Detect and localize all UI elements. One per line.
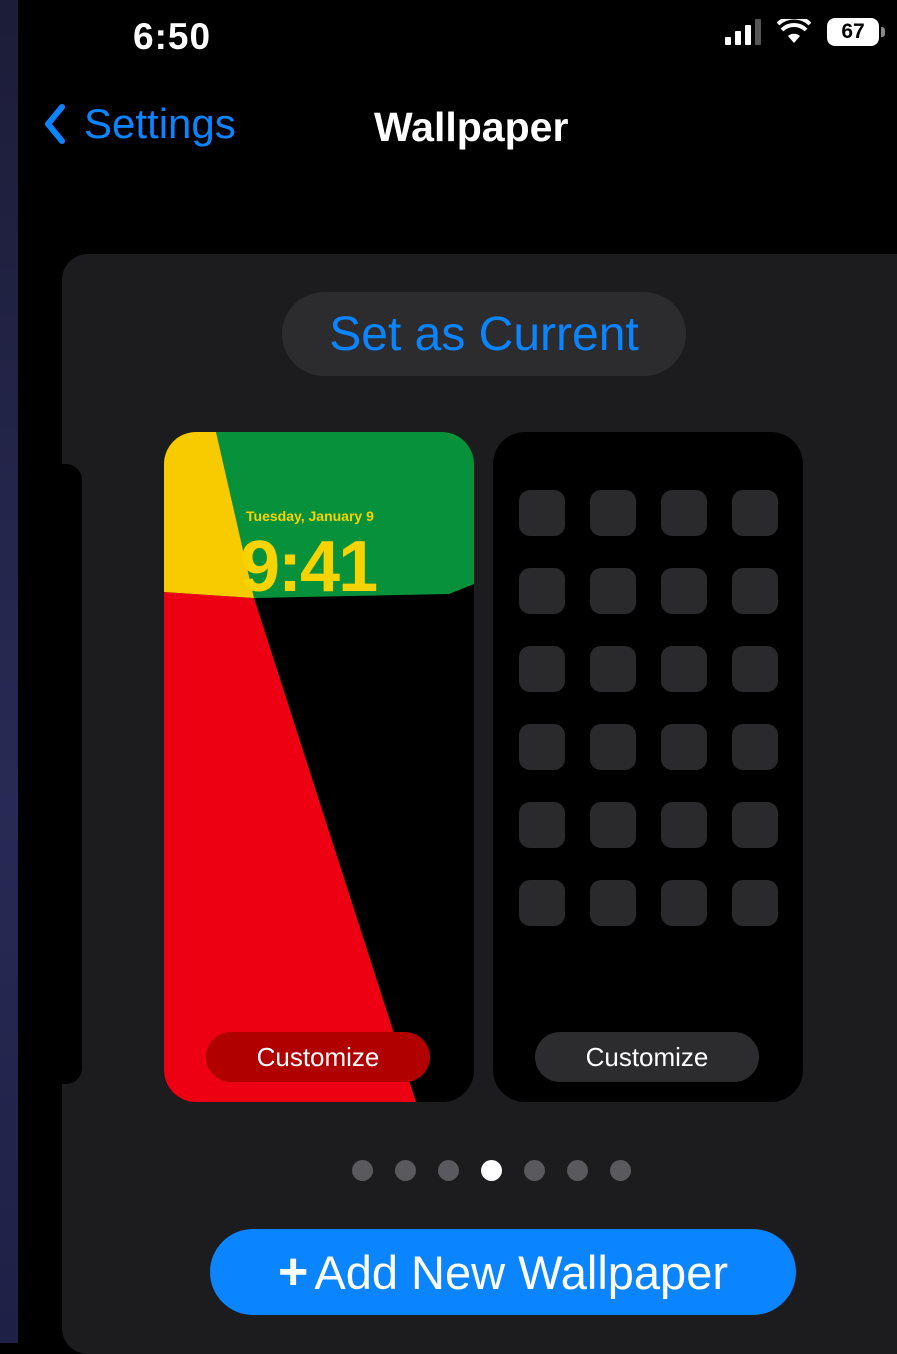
app-placeholder [590,880,636,926]
page-dot[interactable] [567,1160,588,1181]
customize-lock-button[interactable]: Customize [206,1032,430,1082]
app-placeholder [661,724,707,770]
app-placeholder [732,724,778,770]
plus-icon: + [278,1243,309,1301]
back-label: Settings [84,100,236,147]
wifi-icon [777,19,811,43]
set-as-current-button[interactable]: Set as Current [282,292,686,376]
page-dot[interactable] [524,1160,545,1181]
page-dot[interactable] [352,1160,373,1181]
lock-screen-preview[interactable]: Tuesday, January 9 9:41 Customize [164,432,474,1102]
app-placeholder [519,724,565,770]
app-placeholder [590,646,636,692]
app-placeholder [661,880,707,926]
lock-date: Tuesday, January 9 [246,508,374,524]
page-dot[interactable] [438,1160,459,1181]
battery-icon: 67 [827,18,885,46]
app-placeholder [661,568,707,614]
app-placeholder [519,880,565,926]
app-placeholder [519,490,565,536]
home-screen-preview[interactable]: Customize [493,432,803,1102]
add-button-label: Add New Wallpaper [314,1245,728,1299]
status-icons: 67 [725,18,885,46]
page-title: Wallpaper [374,104,569,150]
app-placeholder [590,490,636,536]
page-dot[interactable] [395,1160,416,1181]
phone-screen: 6:50 67 Settings Wallpaper Set as Curren… [18,0,897,1354]
back-button[interactable]: Settings [44,100,236,148]
app-placeholder [732,646,778,692]
cellular-signal-icon [725,19,761,45]
chevron-left-icon [45,104,65,144]
wallpaper-pair-card[interactable]: Set as Current Tuesday, January 9 9:41 C… [62,254,897,1354]
app-placeholder [590,802,636,848]
app-placeholder [732,802,778,848]
app-placeholder [661,490,707,536]
previous-wallpaper-peek[interactable] [62,464,82,1084]
app-icon-grid [519,490,778,926]
app-placeholder [590,568,636,614]
app-placeholder [732,568,778,614]
status-time: 6:50 [133,16,212,57]
add-new-wallpaper-button[interactable]: + Add New Wallpaper [210,1229,796,1315]
app-placeholder [732,880,778,926]
page-dot-active[interactable] [481,1160,502,1181]
page-indicator[interactable] [352,1160,631,1181]
app-placeholder [519,646,565,692]
app-placeholder [519,802,565,848]
app-placeholder [732,490,778,536]
app-placeholder [590,724,636,770]
app-placeholder [661,646,707,692]
background-edge [0,0,18,1343]
app-placeholder [661,802,707,848]
customize-home-button[interactable]: Customize [535,1032,759,1082]
lock-time: 9:41 [240,527,378,607]
app-placeholder [519,568,565,614]
page-dot[interactable] [610,1160,631,1181]
